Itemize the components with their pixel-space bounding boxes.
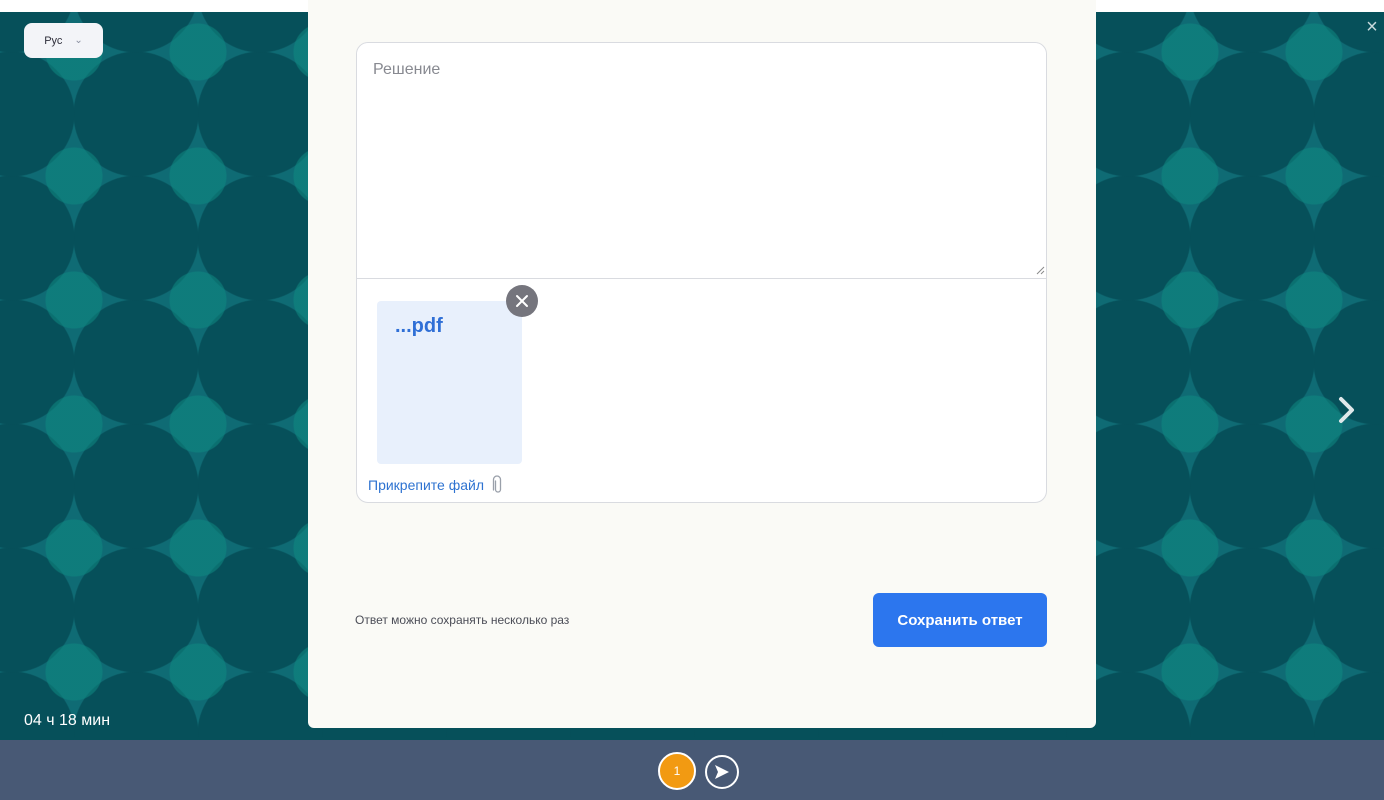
paperclip-icon xyxy=(492,475,502,493)
resize-handle-icon[interactable] xyxy=(1035,265,1045,275)
attached-file-tile[interactable]: ...pdf xyxy=(377,301,522,464)
solution-input[interactable] xyxy=(357,43,1046,279)
close-icon[interactable]: × xyxy=(1363,17,1381,37)
chevron-right-icon xyxy=(1339,397,1354,423)
remove-file-button[interactable] xyxy=(506,285,538,317)
chevron-down-icon: ⌄ xyxy=(74,35,83,46)
save-answer-button[interactable]: Сохранить ответ xyxy=(873,593,1047,647)
answer-card: ...pdf Прикрепите файл Ответ можно сохра… xyxy=(308,0,1096,728)
question-step-1[interactable]: 1 xyxy=(658,752,696,790)
close-icon xyxy=(516,295,528,307)
attach-file-label: Прикрепите файл xyxy=(368,477,484,493)
answer-box: ...pdf Прикрепите файл xyxy=(356,42,1047,503)
language-select[interactable]: Рус ⌄ xyxy=(24,23,103,58)
language-value: Рус xyxy=(44,34,63,47)
attach-file-button[interactable]: Прикрепите файл xyxy=(368,475,504,495)
send-icon xyxy=(715,765,729,779)
attached-file-name: ...pdf xyxy=(395,315,443,337)
next-question-button[interactable] xyxy=(1332,390,1362,430)
save-hint: Ответ можно сохранять несколько раз xyxy=(355,613,570,627)
submit-step-button[interactable] xyxy=(705,755,739,789)
timer: 04 ч 18 мин xyxy=(24,712,111,729)
